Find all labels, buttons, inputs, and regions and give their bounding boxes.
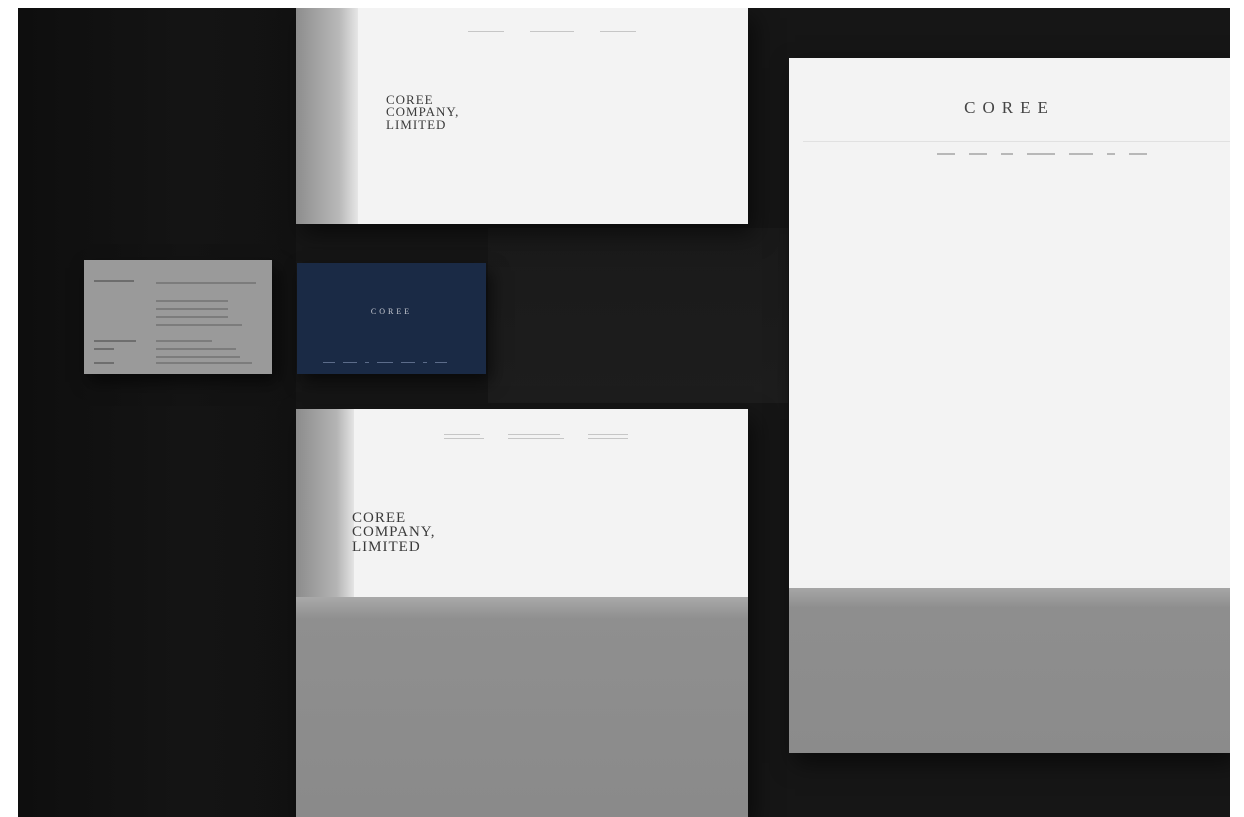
letterhead-contact-line <box>937 153 1147 155</box>
dark-background-left <box>18 8 296 817</box>
card-text-line <box>156 308 228 310</box>
contact-item <box>1027 153 1055 155</box>
footer-line <box>323 362 335 363</box>
wordmark-line-3: LIMITED <box>386 116 447 132</box>
envelope-top-shadow <box>296 8 358 224</box>
contact-item <box>1069 153 1093 155</box>
card-name-line <box>94 280 134 282</box>
contact-item <box>1107 153 1115 155</box>
footer-line <box>423 362 427 363</box>
wordmark-line-3: LIMITED <box>352 538 421 555</box>
envelope-top: COREE COMPANY, LIMITED <box>296 8 748 224</box>
business-card-navy: COREE <box>297 263 486 374</box>
footer-line <box>343 362 357 363</box>
contact-item <box>969 153 987 155</box>
wordmark-line-1: COREE <box>352 510 407 526</box>
letterhead-sheet: COREE <box>789 58 1230 753</box>
navy-card-logo: COREE <box>370 307 413 316</box>
card-label-line <box>94 362 114 364</box>
wordmark-line-2: COMPANY, <box>352 524 436 541</box>
navy-card-footer <box>323 362 447 363</box>
card-text-line <box>156 340 212 342</box>
address-line <box>468 30 504 32</box>
footer-line <box>365 362 369 363</box>
card-text-line <box>156 316 228 318</box>
business-card-grey <box>84 260 272 374</box>
address-line <box>600 30 636 32</box>
letterhead-logo: COREE <box>964 98 1055 117</box>
card-label-line <box>94 348 114 350</box>
envelope-bottom-shadow <box>296 597 748 817</box>
card-text-line <box>156 356 240 358</box>
card-text-line <box>156 282 256 284</box>
card-text-line <box>156 348 236 350</box>
envelope-bottom-address-lines <box>444 433 628 440</box>
card-text-line <box>156 300 228 302</box>
contact-item <box>1001 153 1013 155</box>
dark-background-center <box>488 228 788 403</box>
envelope-bottom-side-shadow <box>296 409 354 601</box>
contact-item <box>1129 153 1147 155</box>
contact-item <box>937 153 955 155</box>
envelope-top-wordmark: COREE COMPANY, LIMITED <box>386 93 459 132</box>
footer-line <box>435 362 447 363</box>
envelope-bottom-wordmark: COREE COMPANY, LIMITED <box>352 510 436 555</box>
envelope-bottom: COREE COMPANY, LIMITED <box>296 409 748 817</box>
address-block <box>444 433 484 440</box>
envelope-top-address-lines <box>468 30 636 32</box>
letterhead-shadow <box>789 588 1230 753</box>
stationery-mockup-scene: COREE COMPANY, LIMITED COREE COREE COMPA… <box>18 8 1230 817</box>
address-block <box>508 433 564 440</box>
card-text-line <box>156 362 252 364</box>
footer-line <box>401 362 415 363</box>
letterhead-divider <box>803 141 1230 142</box>
footer-line <box>377 362 393 363</box>
address-block <box>588 433 628 440</box>
address-line <box>530 30 574 32</box>
card-text-line <box>156 324 242 326</box>
card-label-line <box>94 340 136 342</box>
